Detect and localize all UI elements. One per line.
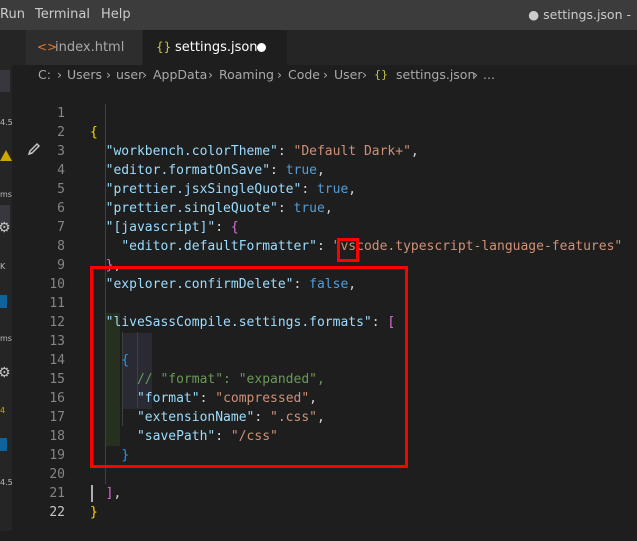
breadcrumb-item[interactable]: User (334, 65, 363, 85)
code-line: 6 "[javascript]": { (48, 180, 637, 235)
warning-icon (0, 150, 12, 161)
sidebar-fragment: K (0, 262, 6, 271)
breadcrumb-item[interactable]: Users (67, 65, 102, 85)
glyph-margin (12, 85, 48, 531)
tab-index-html[interactable]: <> index.html (26, 30, 142, 65)
tab-bar: <> index.html {} settings.json (12, 30, 637, 65)
chevron-right-icon: › (106, 67, 111, 82)
unsaved-dot-icon[interactable] (257, 43, 266, 52)
chevron-right-icon: › (277, 67, 282, 82)
annotation-box-comma (337, 238, 359, 262)
sidebar: 4.5 ms ⚙ K ms ⚙ 4 4.5 (0, 30, 13, 531)
sidebar-fragment: 4.5 (0, 478, 13, 487)
install-badge[interactable] (0, 295, 7, 308)
tab-settings-json[interactable]: {} settings.json (143, 30, 287, 65)
line-number: 22 (49, 505, 65, 520)
breadcrumb-item[interactable]: Roaming (219, 65, 274, 85)
menu-terminal[interactable]: Terminal (35, 7, 90, 22)
window-title: ● settings.json - (528, 7, 631, 22)
text-cursor (91, 485, 93, 502)
code-line: 7 "editor.defaultFormatter": "vscode.typ… (48, 199, 637, 254)
menu-bar: Run Terminal Help ● settings.json - (0, 0, 637, 30)
annotation-box-block (90, 266, 408, 468)
breadcrumb: C: › Users › user › AppData › Roaming › … (12, 65, 637, 85)
breadcrumb-item[interactable]: C: (38, 65, 51, 85)
code-line: 22 (48, 484, 637, 520)
install-badge[interactable] (0, 438, 7, 451)
code-line: 3 "editor.formatOnSave": true, (48, 123, 637, 178)
code-line: 5 "prettier.singleQuote": true, (48, 161, 637, 216)
tab-label: settings.json (175, 40, 258, 55)
chevron-right-icon: › (142, 67, 147, 82)
gear-icon[interactable]: ⚙ (0, 220, 11, 236)
tab-label: index.html (55, 40, 125, 55)
breadcrumb-item[interactable]: settings.json (396, 65, 475, 85)
sidebar-fragment: ms (0, 334, 12, 343)
menu-run[interactable]: Run (0, 7, 25, 22)
gear-icon[interactable]: ⚙ (0, 365, 11, 381)
json-file-icon: {} (156, 40, 172, 54)
code-line: 4 "prettier.jsxSingleQuote": true, (48, 142, 637, 197)
json-file-icon: {} (374, 68, 388, 81)
chevron-right-icon: › (323, 67, 328, 82)
menu-help[interactable]: Help (101, 7, 131, 22)
sidebar-fragment: ms (0, 190, 12, 199)
breadcrumb-item[interactable]: user (116, 65, 143, 85)
code-line: 2 "workbench.colorTheme": "Default Dark+… (48, 104, 637, 159)
breadcrumb-item[interactable]: ... (483, 65, 495, 85)
breadcrumb-item[interactable]: Code (288, 65, 320, 85)
chevron-right-icon: › (473, 67, 478, 82)
sidebar-item[interactable] (0, 70, 10, 92)
chevron-right-icon: › (208, 67, 213, 82)
code-line: 1 { (48, 85, 637, 140)
chevron-right-icon: › (57, 67, 62, 82)
sidebar-fragment: 4 (0, 406, 6, 415)
chevron-right-icon: › (362, 67, 367, 82)
code-line: 8 }, (48, 218, 637, 273)
breadcrumb-item[interactable]: AppData (153, 65, 207, 85)
sidebar-fragment: 4.5 (0, 118, 13, 127)
json-brace: } (90, 505, 98, 520)
pencil-icon[interactable] (26, 141, 42, 157)
